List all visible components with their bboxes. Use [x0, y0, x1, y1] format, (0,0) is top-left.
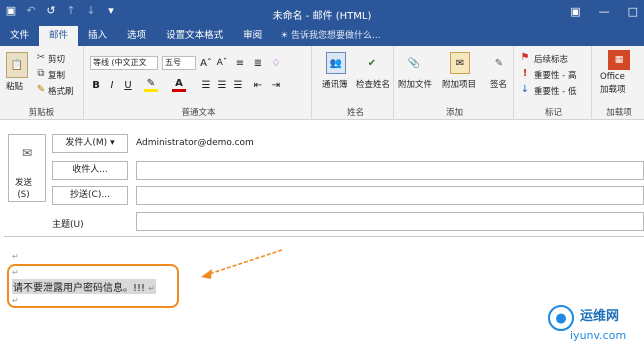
watermark-line2: iyunv.com — [570, 329, 627, 342]
watermark-line1: 运维网 — [580, 309, 620, 324]
watermark-logo: ● 运维网 iyunv.com — [542, 297, 638, 351]
watermark-icon: ● — [548, 305, 574, 331]
